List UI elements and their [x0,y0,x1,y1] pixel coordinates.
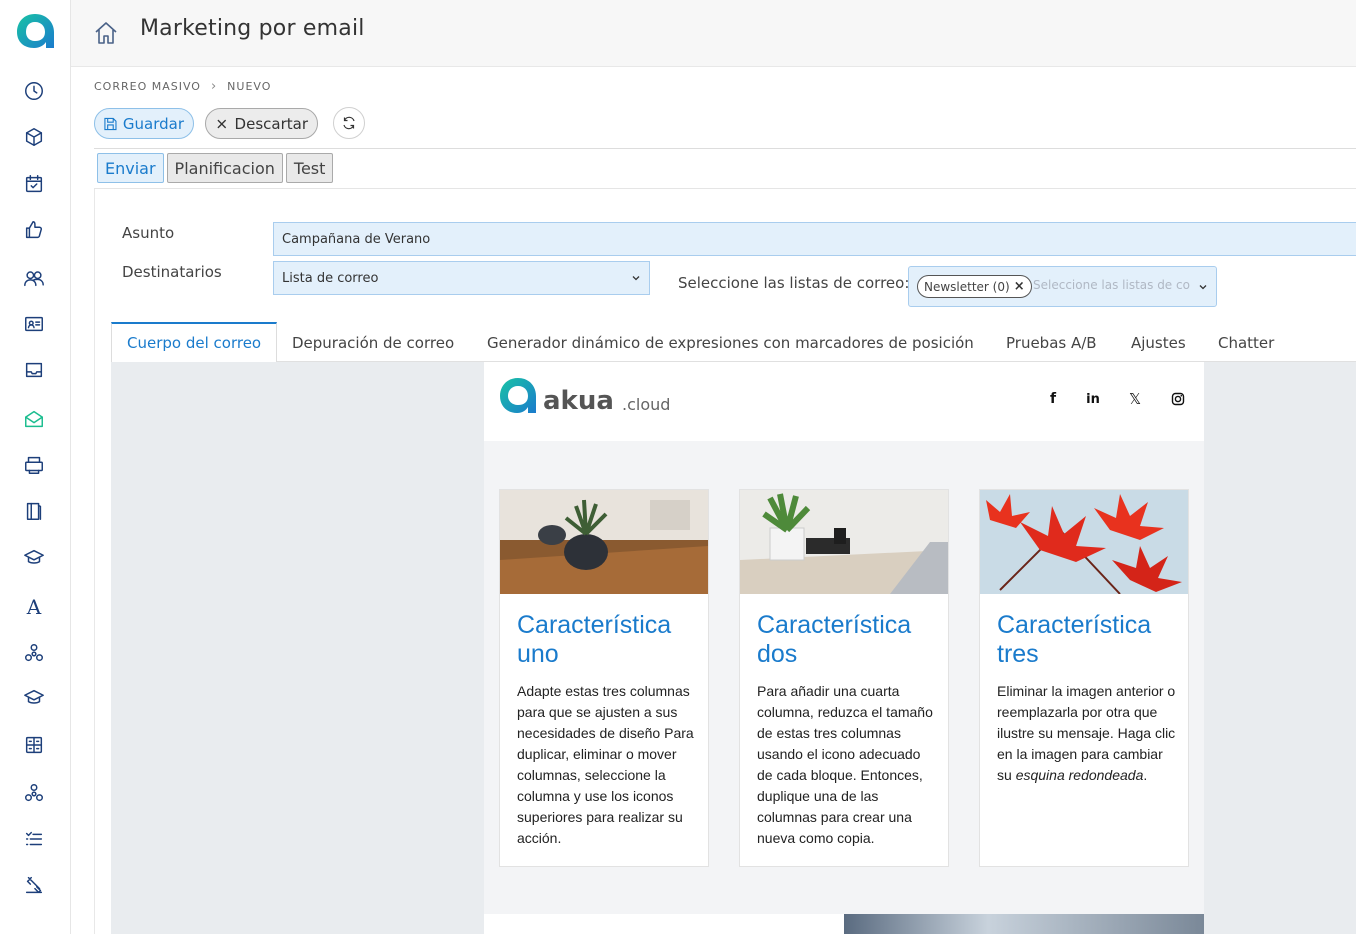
page-title: Marketing por email [140,16,365,41]
feature-image-desk[interactable] [740,490,948,594]
app-logo[interactable] [14,11,56,51]
subject-label: Asunto [122,224,175,242]
subtab-enviar[interactable]: Enviar [97,153,164,183]
thumbs-up-icon[interactable] [21,217,47,243]
logo-main-text: akua [543,386,614,416]
tab-depuracion[interactable]: Depuración de correo [277,322,469,363]
email-next-block-image[interactable] [844,914,1204,934]
chip-label: Newsletter (0) [924,279,1010,294]
users-icon[interactable] [21,265,47,291]
linkedin-icon[interactable]: in [1084,390,1102,408]
save-button[interactable]: Guardar [94,108,194,139]
breadcrumb-correo-masivo[interactable]: CORREO MASIVO [94,80,201,93]
tab-cuerpo-correo[interactable]: Cuerpo del correo [111,322,278,363]
discard-button[interactable]: Descartar [205,108,318,139]
chip-remove-icon[interactable]: × [1014,279,1025,294]
home-icon[interactable] [93,20,119,46]
feature-card[interactable]: Característica uno Adapte estas tres col… [499,489,709,867]
mailing-lists-select[interactable]: Newsletter (0) × Seleccione las listas d… [908,266,1217,307]
chevron-down-icon [632,276,640,281]
tools-icon[interactable] [21,872,47,898]
graduation-cap-icon[interactable] [21,545,47,571]
feature-card[interactable]: Característica tres Eliminar la imagen a… [979,489,1189,867]
logo-suffix-text: .cloud [622,395,670,414]
inbox-icon[interactable] [21,357,47,383]
feature-title: Característica tres [997,611,1152,668]
feature-text: Eliminar la imagen anterior o reemplazar… [997,681,1177,786]
breadcrumb-nuevo: NUEVO [227,80,272,93]
feature-text: Para añadir una cuarta columna, reduzca … [757,683,933,846]
email-marketing-icon[interactable] [21,406,47,432]
mailing-list-chip[interactable]: Newsletter (0) × [917,275,1032,298]
tab-chatter[interactable]: Chatter [1203,322,1289,363]
subject-field[interactable]: Campañana de Verano [273,222,1356,256]
refresh-button[interactable] [333,107,365,139]
book-icon[interactable] [21,498,47,524]
recipients-select[interactable]: Lista de correo [273,261,650,295]
cube-icon[interactable] [21,124,47,150]
feature-card[interactable]: Característica dos Para añadir una cuart… [739,489,949,867]
floppy-disk-icon [104,117,117,130]
modules-icon[interactable] [21,640,47,666]
email-header: akua .cloud f in 𝕏 [484,362,1204,441]
feature-image-plant-table[interactable] [500,490,708,594]
feature-title: Característica dos [757,611,912,668]
notebook-tabs: Cuerpo del correo Depuración de correo G… [111,322,1356,363]
subtab-test[interactable]: Test [285,153,334,183]
save-label: Guardar [122,114,184,133]
tab-generador[interactable]: Generador dinámico de expresiones con ma… [472,322,989,363]
sidebar: A [0,0,71,934]
akua-cloud-logo[interactable]: akua .cloud [498,376,678,418]
feature-text-italic: esquina redondeada [1015,767,1144,783]
recipients-label: Destinatarios [122,263,222,281]
dashboard-grid-icon[interactable] [21,732,47,758]
clock-icon[interactable] [21,78,47,104]
chevron-down-icon [1199,285,1207,290]
x-icon[interactable]: 𝕏 [1126,390,1144,408]
feature-image-red-leaves[interactable] [980,490,1188,594]
id-card-icon[interactable] [21,311,47,337]
refresh-icon [343,116,355,130]
email-body-preview: akua .cloud f in 𝕏 Característica uno Ad… [484,362,1204,934]
calendar-check-icon[interactable] [21,171,47,197]
subtab-planificacion[interactable]: Planificacion [166,153,283,183]
mailing-lists-label: Seleccione las listas de correo: [678,274,910,292]
facebook-icon[interactable]: f [1044,390,1062,408]
top-header: Marketing por email [71,0,1356,67]
tab-ajustes[interactable]: Ajustes [1116,322,1201,363]
tab-pruebas-ab[interactable]: Pruebas A/B [991,322,1112,363]
mailing-lists-placeholder: Seleccione las listas de correo [1033,278,1191,292]
graduation-cap-2-icon[interactable] [21,685,47,711]
printer-icon[interactable] [21,452,47,478]
feature-title: Característica uno [517,611,672,668]
recipients-value: Lista de correo [282,270,379,286]
breadcrumb: CORREO MASIVO › NUEVO [94,79,271,94]
instagram-icon[interactable] [1169,390,1187,408]
discard-label: Descartar [234,114,308,133]
action-subtabs: Enviar Planificacion Test [97,153,334,183]
feature-text-end: . [1143,767,1148,783]
apps-icon[interactable] [21,780,47,806]
feature-text: Adapte estas tres columnas para que se a… [517,683,694,846]
chevron-right-icon: › [210,79,218,94]
close-icon [217,119,227,128]
font-icon[interactable]: A [21,594,47,620]
divider [94,148,1356,149]
checklist-icon[interactable] [21,826,47,852]
